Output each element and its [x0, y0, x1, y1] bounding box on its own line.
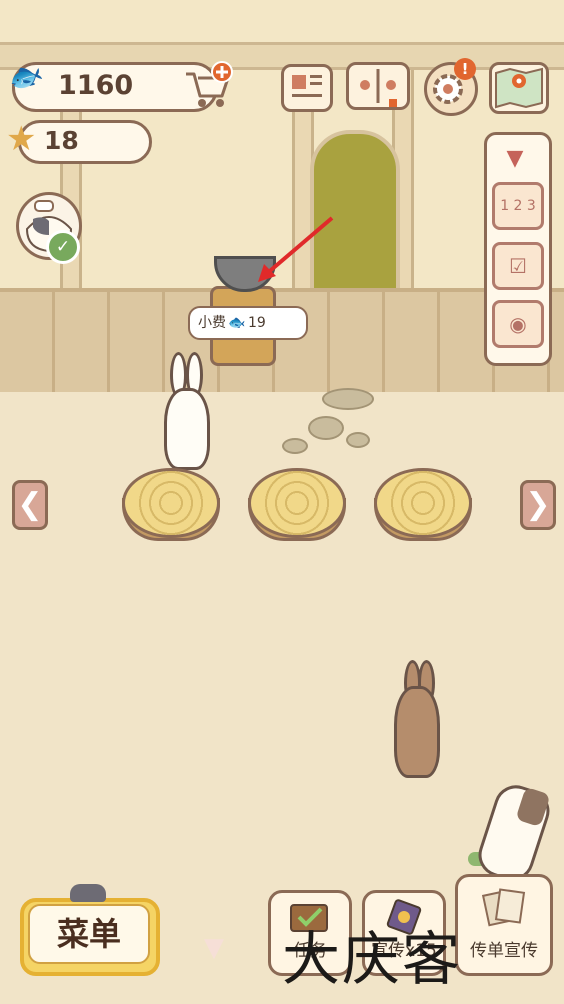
tip-bubble[interactable]: 小费 🐟 19 [188, 306, 308, 340]
chevron-down-icon[interactable]: ▼ [192, 935, 236, 961]
cart-add-icon[interactable] [182, 60, 234, 110]
collapse-panel-button[interactable]: ▼ [500, 146, 530, 171]
scroll-left-button[interactable]: ❮ [12, 480, 48, 530]
newspaper-button[interactable] [281, 64, 333, 112]
ranking-button[interactable]: 1 2 3 [492, 182, 544, 230]
fish-icon: 🐟 [228, 315, 246, 331]
alert-badge: ! [454, 58, 476, 80]
scroll-right-button[interactable]: ❯ [520, 480, 556, 530]
pointer-arrow-icon [258, 216, 334, 282]
clipboard-clip-icon [70, 884, 106, 902]
watermark-text: 大庆客 [282, 925, 463, 993]
flyer-button[interactable]: 传单宣传 [455, 874, 553, 976]
map-button[interactable] [489, 62, 549, 114]
check-icon: ✓ [46, 230, 80, 264]
star-count: 18 [44, 126, 79, 155]
map-icon [495, 67, 543, 109]
fish-count: 1160 [58, 70, 134, 101]
stepping-stone [346, 432, 370, 448]
stepping-stone [282, 438, 308, 454]
star-currency-bar [18, 120, 152, 164]
stepping-stone [308, 416, 344, 440]
star-icon: ★ [6, 119, 37, 159]
flyer-icon [482, 888, 526, 927]
stepping-stone [322, 388, 374, 410]
paw-book-button[interactable] [346, 62, 410, 110]
newspaper-icon [292, 75, 322, 97]
paw-book-icon [360, 69, 397, 109]
wooden-fence [0, 288, 564, 396]
stump-seat[interactable] [374, 468, 472, 538]
white-rabbit-customer[interactable] [164, 388, 210, 470]
camera-button[interactable]: ◉ [492, 300, 544, 348]
tip-amount: 19 [248, 315, 266, 331]
tip-label: 小费 [198, 315, 226, 331]
menu-label[interactable]: 菜单 [28, 904, 150, 964]
stump-seat[interactable] [122, 468, 220, 538]
brown-rabbit-customer[interactable] [394, 686, 440, 778]
stump-seat[interactable] [248, 468, 346, 538]
flyer-label: 传单宣传 [470, 941, 538, 961]
calendar-button[interactable]: ☑ [492, 242, 544, 290]
